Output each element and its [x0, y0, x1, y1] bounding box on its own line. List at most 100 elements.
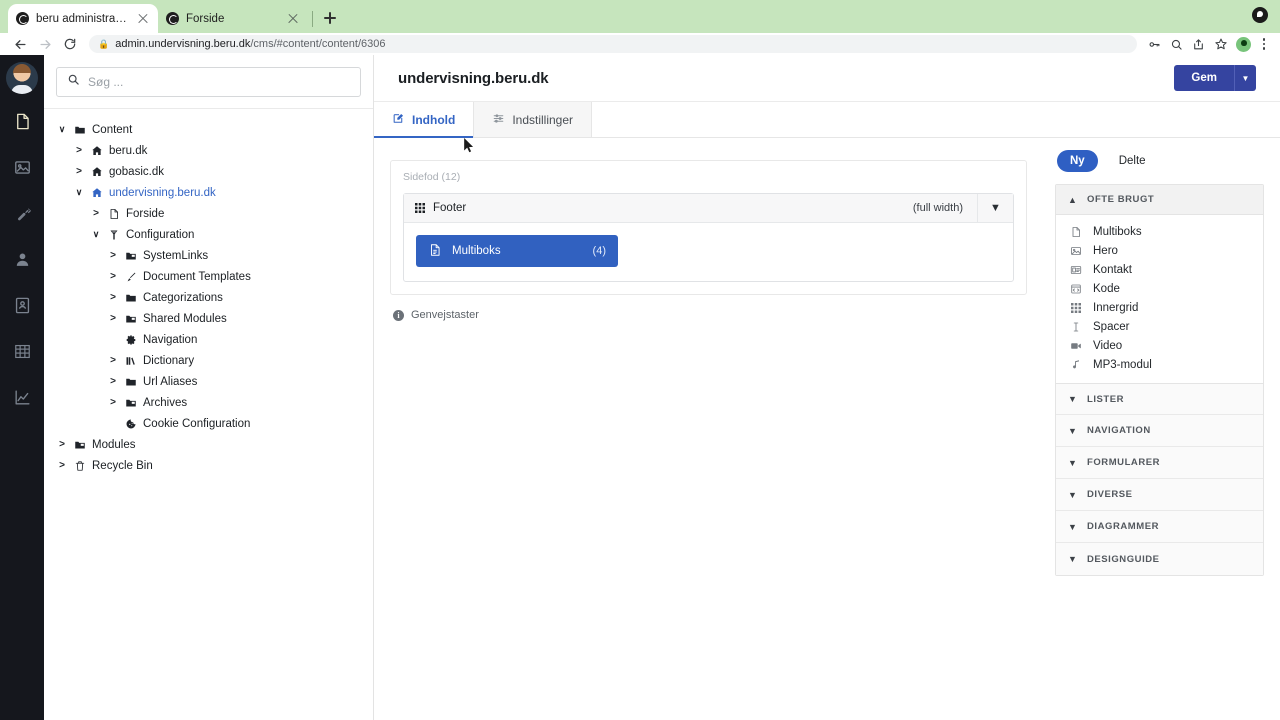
grid-row-header[interactable]: Footer (full width) ▼ [404, 194, 1013, 223]
chevron-right-icon[interactable] [105, 356, 121, 366]
chevron-right-icon[interactable] [54, 440, 70, 450]
tree-item-recycle-bin[interactable]: Recycle Bin [44, 455, 373, 476]
tree-item-forside[interactable]: Forside [44, 203, 373, 224]
block-item-video[interactable]: Video [1056, 336, 1263, 355]
tree-item-gobasic-dk[interactable]: gobasic.dk [44, 161, 373, 182]
tree-item-dictionary[interactable]: Dictionary [44, 350, 373, 371]
block-item-kode[interactable]: Kode [1056, 279, 1263, 298]
tree-item-cookie-configuration[interactable]: Cookie Configuration [44, 413, 373, 434]
rail-item-members[interactable] [0, 285, 44, 331]
tree-item-label: Cookie Configuration [143, 417, 251, 430]
chevron-right-icon[interactable] [105, 398, 121, 408]
chevron-down-icon[interactable] [71, 188, 87, 197]
chevron-right-icon[interactable] [105, 377, 121, 387]
rail-item-media[interactable] [0, 147, 44, 193]
tree-item-categorizations[interactable]: Categorizations [44, 287, 373, 308]
save-dropdown-button[interactable]: ▼ [1234, 65, 1256, 91]
rail-item-settings[interactable] [0, 193, 44, 239]
forms-table-icon [13, 342, 32, 366]
block-item-mp3-modul[interactable]: MP3-modul [1056, 355, 1263, 374]
tab-indstillinger[interactable]: Indstillinger [473, 102, 593, 137]
tree-item-systemlinks[interactable]: SystemLinks [44, 245, 373, 266]
tree-item-beru-dk[interactable]: beru.dk [44, 140, 373, 161]
browser-tab-0[interactable]: beru administration [8, 4, 158, 33]
rail-item-users[interactable] [0, 239, 44, 285]
block-item-label: Multiboks [1093, 225, 1142, 238]
tab-label: Indstillinger [512, 112, 574, 127]
rail-item-content[interactable] [0, 101, 44, 147]
home-icon [87, 166, 107, 178]
edit-square-icon [392, 112, 405, 128]
chevron-right-icon[interactable] [105, 293, 121, 303]
save-button[interactable]: Gem [1174, 65, 1234, 91]
browser-profile-badge[interactable] [1252, 7, 1268, 23]
new-tab-button[interactable] [317, 5, 343, 31]
address-bar[interactable]: 🔒 admin.undervisning.beru.dk/cms/#conten… [89, 35, 1137, 53]
bookmark-star-icon[interactable] [1210, 34, 1231, 54]
chevron-right-icon[interactable] [105, 251, 121, 261]
block-item-spacer[interactable]: Spacer [1056, 317, 1263, 336]
toggle-delte[interactable]: Delte [1106, 150, 1159, 172]
share-icon[interactable] [1188, 34, 1209, 54]
tree-item-archives[interactable]: Archives [44, 392, 373, 413]
main-area: undervisning.beru.dk Gem ▼ Indhold Indst… [374, 55, 1280, 720]
profile-avatar-icon[interactable] [1236, 36, 1251, 52]
browser-tab-1[interactable]: Forside [158, 4, 308, 33]
back-icon[interactable] [8, 34, 32, 54]
avatar[interactable] [0, 55, 44, 101]
block-item-label: Hero [1093, 244, 1118, 257]
grid-icon [414, 202, 426, 214]
code-icon [1070, 283, 1082, 295]
rail-item-analytics[interactable] [0, 377, 44, 423]
chevron-right-icon[interactable] [105, 314, 121, 324]
chevron-right-icon[interactable] [105, 272, 121, 282]
accordion-title: FORMULARER [1087, 457, 1161, 468]
search-box[interactable] [56, 67, 361, 97]
block-item-multiboks[interactable]: Multiboks [1056, 222, 1263, 241]
accordion-title: DIVERSE [1087, 489, 1133, 500]
block-item-kontakt[interactable]: Kontakt [1056, 260, 1263, 279]
chevron-down-icon[interactable] [54, 125, 70, 134]
tree-item-navigation[interactable]: Navigation [44, 329, 373, 350]
tree-item-configuration[interactable]: Configuration [44, 224, 373, 245]
block-item-innergrid[interactable]: Innergrid [1056, 298, 1263, 317]
tab-indhold[interactable]: Indhold [374, 102, 474, 138]
password-key-icon[interactable] [1144, 34, 1165, 54]
tree-item-document-templates[interactable]: Document Templates [44, 266, 373, 287]
accordion-header-designguide[interactable]: ▼ DESIGNGUIDE [1056, 543, 1263, 575]
accordion-header-diverse[interactable]: ▼ DIVERSE [1056, 479, 1263, 511]
block-item-label: Kode [1093, 282, 1120, 295]
tree-item-url-aliases[interactable]: Url Aliases [44, 371, 373, 392]
chrome-menu-icon[interactable] [1256, 38, 1272, 50]
accordion-header-formularer[interactable]: ▼ FORMULARER [1056, 447, 1263, 479]
chevron-right-icon[interactable] [88, 209, 104, 219]
search-page-icon[interactable] [1166, 34, 1187, 54]
shortcuts-link[interactable]: i Genvejstaster [390, 309, 1027, 321]
chevron-right-icon[interactable] [71, 146, 87, 156]
accordion-header-ofte-brugt[interactable]: ▲ OFTE BRUGT [1056, 185, 1263, 215]
tree-item-undervisning-beru-dk[interactable]: undervisning.beru.dk [44, 182, 373, 203]
chevron-down-icon: ▼ [1068, 425, 1078, 436]
rail-item-forms[interactable] [0, 331, 44, 377]
block-item-hero[interactable]: Hero [1056, 241, 1263, 260]
tree-item-label: undervisning.beru.dk [109, 186, 216, 199]
toggle-ny[interactable]: Ny [1057, 150, 1098, 172]
accordion-header-lister[interactable]: ▼ LISTER [1056, 383, 1263, 415]
chevron-right-icon[interactable] [71, 167, 87, 177]
chevron-right-icon[interactable] [54, 461, 70, 471]
search-input[interactable] [88, 75, 350, 89]
accordion-items: Multiboks Hero Kontakt Kode Innergrid Spacer V… [1056, 215, 1263, 383]
tree-item-content[interactable]: Content [44, 119, 373, 140]
accordion-header-diagrammer[interactable]: ▼ DIAGRAMMER [1056, 511, 1263, 543]
grid-block-multiboks[interactable]: Multiboks (4) [416, 235, 618, 267]
chevron-down-icon[interactable]: ▼ [977, 194, 1013, 222]
tree-item-shared-modules[interactable]: Shared Modules [44, 308, 373, 329]
app-shell: Content beru.dk gobasic.dk undervisning.ber… [0, 55, 1280, 720]
reload-icon[interactable] [58, 34, 82, 54]
accordion-header-navigation[interactable]: ▼ NAVIGATION [1056, 415, 1263, 447]
close-icon[interactable] [286, 12, 300, 26]
accordion-title: LISTER [1087, 393, 1125, 405]
close-icon[interactable] [136, 12, 150, 26]
tree-item-modules[interactable]: Modules [44, 434, 373, 455]
chevron-down-icon[interactable] [88, 230, 104, 239]
